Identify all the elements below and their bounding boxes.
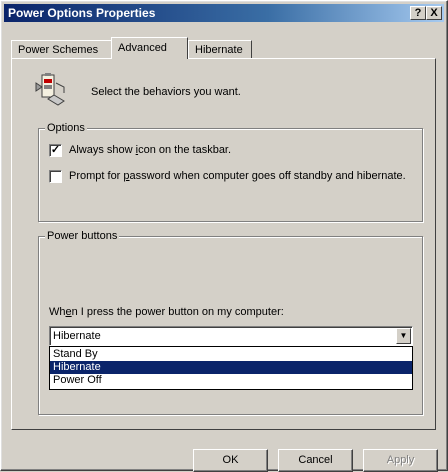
options-group-label: Options (45, 122, 87, 134)
label-part: Prompt for (69, 170, 124, 182)
power-buttons-group-label: Power buttons (45, 230, 120, 242)
window-title: Power Options Properties (8, 6, 156, 20)
intro-text: Select the behaviors you want. (91, 86, 241, 98)
ok-button[interactable]: OK (193, 449, 268, 472)
always-show-icon-checkbox[interactable]: ✓ (49, 144, 62, 157)
title-bar: Power Options Properties ? X (4, 4, 444, 22)
cancel-button[interactable]: Cancel (278, 449, 353, 472)
tab-hibernate[interactable]: Hibernate (188, 40, 252, 58)
tab-advanced[interactable]: Advanced (111, 37, 188, 59)
help-button[interactable]: ? (410, 6, 426, 20)
tab-power-schemes[interactable]: Power Schemes (11, 40, 113, 58)
power-button-dropdown-list: Stand By Hibernate Power Off (49, 346, 413, 390)
always-show-icon-label: Always show icon on the taskbar. (69, 144, 231, 156)
dropdown-option-power-off[interactable]: Power Off (50, 374, 412, 387)
prompt-password-checkbox[interactable] (49, 170, 62, 183)
chevron-down-icon[interactable]: ▼ (396, 328, 411, 344)
label-part: Wh (49, 306, 66, 318)
selected-value: Hibernate (53, 330, 101, 342)
dropdown-option-stand-by[interactable]: Stand By (50, 348, 412, 361)
dropdown-option-hibernate[interactable]: Hibernate (50, 361, 412, 374)
power-button-action-select[interactable]: Hibernate ▼ (49, 326, 413, 346)
prompt-password-label: Prompt for password when computer goes o… (69, 170, 406, 182)
label-part: n I press the power button on my compute… (71, 306, 284, 318)
power-options-dialog: Power Options Properties ? X Power Schem… (0, 0, 448, 472)
apply-button[interactable]: Apply (363, 449, 438, 472)
close-button[interactable]: X (426, 6, 442, 20)
label-part: assword when computer goes off standby a… (129, 170, 406, 182)
power-battery-icon (35, 73, 65, 106)
label-part: con on the taskbar. (138, 144, 232, 156)
label-part: Always show (69, 144, 136, 156)
power-button-prompt-label: When I press the power button on my comp… (49, 306, 284, 318)
